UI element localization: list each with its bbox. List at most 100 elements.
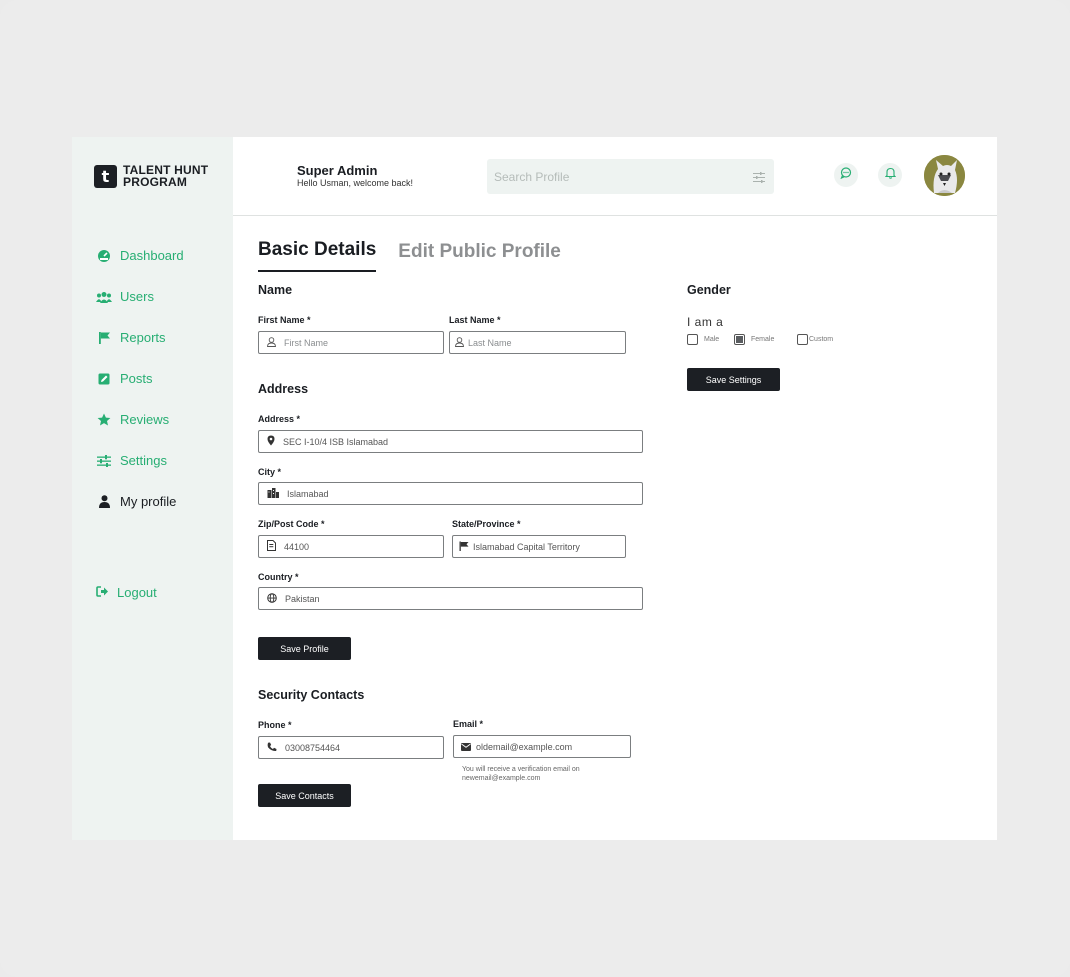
bell-icon	[884, 166, 896, 184]
save-profile-button[interactable]: Save Profile	[258, 637, 351, 660]
brand-logo[interactable]: t TALENT HUNT PROGRAM	[94, 164, 208, 188]
gender-option-label: Custom	[809, 336, 834, 343]
phone-label: Phone *	[258, 720, 292, 730]
zip-value: 44100	[284, 541, 310, 552]
logo-text: TALENT HUNT PROGRAM	[123, 164, 208, 188]
email-field[interactable]: oldemail@example.com	[453, 735, 631, 758]
dashboard-icon	[96, 249, 112, 263]
sidebar-item-reports[interactable]: Reports	[96, 317, 184, 358]
sidebar-item-settings[interactable]: Settings	[96, 440, 184, 481]
users-icon	[96, 291, 112, 303]
logout-label: Logout	[117, 585, 157, 600]
flag-icon	[459, 538, 469, 556]
chat-icon	[840, 166, 852, 184]
flag-icon	[96, 331, 112, 344]
logout-button[interactable]: Logout	[96, 585, 157, 600]
female-checkbox[interactable]	[734, 334, 745, 345]
city-value: Islamabad	[287, 488, 329, 499]
address-label: Address *	[258, 414, 301, 424]
save-settings-button[interactable]: Save Settings	[687, 368, 780, 391]
country-label: Country *	[258, 572, 299, 582]
tab-edit-public-profile[interactable]: Edit Public Profile	[398, 241, 561, 272]
save-contacts-button[interactable]: Save Contacts	[258, 784, 351, 807]
first-name-field[interactable]: First Name	[258, 331, 444, 354]
security-section-title: Security Contacts	[258, 688, 365, 702]
envelope-icon	[461, 738, 471, 756]
address-section-title: Address	[258, 382, 309, 396]
logout-icon	[96, 585, 109, 600]
sidebar-item-label: Users	[120, 289, 154, 304]
header-subtitle: Hello Usman, welcome back!	[297, 178, 414, 188]
sidebar-nav: Dashboard Users Reports Posts Reviews Se…	[96, 235, 184, 522]
document-icon	[267, 538, 276, 556]
zip-label: Zip/Post Code *	[258, 519, 325, 529]
custom-checkbox[interactable]	[797, 334, 808, 345]
gender-option-male[interactable]: Male	[687, 334, 719, 345]
sliders-icon	[96, 454, 112, 467]
sidebar: t TALENT HUNT PROGRAM Dashboard Users Re…	[72, 137, 233, 840]
edit-icon	[96, 373, 112, 385]
user-icon	[96, 495, 112, 508]
logo-mark: t	[94, 164, 117, 188]
sidebar-item-label: My profile	[120, 494, 177, 509]
email-verification-note: You will receive a verification email on…	[462, 766, 580, 782]
name-section-title: Name	[258, 283, 293, 297]
gender-option-label: Female	[751, 336, 775, 343]
city-label: City *	[258, 467, 282, 477]
gender-option-custom[interactable]: Custom	[797, 334, 833, 345]
gender-option-label: Male	[704, 336, 720, 343]
country-field[interactable]: Pakistan	[258, 587, 643, 610]
state-value: Islamabad Capital Territory	[473, 541, 580, 552]
globe-icon	[267, 590, 277, 608]
address-field[interactable]: SEC I-10/4 ISB Islamabad	[258, 430, 643, 453]
gender-prompt: I am a	[687, 315, 724, 329]
country-value: Pakistan	[285, 593, 320, 604]
address-value: SEC I-10/4 ISB Islamabad	[283, 436, 389, 447]
city-icon	[267, 485, 279, 503]
top-header: Super Admin Hello Usman, welcome back!	[233, 137, 997, 216]
male-checkbox[interactable]	[687, 334, 698, 345]
sidebar-item-label: Dashboard	[120, 248, 184, 263]
zip-field[interactable]: 44100	[258, 535, 444, 558]
sidebar-item-label: Posts	[120, 371, 153, 386]
gender-section-title: Gender	[687, 283, 731, 297]
state-label: State/Province *	[452, 519, 521, 529]
sidebar-item-label: Reports	[120, 330, 166, 345]
search-input[interactable]	[487, 159, 727, 194]
gender-option-female[interactable]: Female	[734, 334, 774, 345]
tab-basic-details[interactable]: Basic Details	[258, 239, 377, 272]
sidebar-item-reviews[interactable]: Reviews	[96, 399, 184, 440]
last-name-placeholder: Last Name	[468, 337, 512, 348]
avatar[interactable]	[924, 155, 965, 196]
sidebar-item-users[interactable]: Users	[96, 276, 184, 317]
user-outline-icon	[267, 334, 276, 352]
location-pin-icon	[267, 433, 275, 451]
sidebar-item-label: Reviews	[120, 412, 170, 427]
first-name-placeholder: First Name	[284, 337, 329, 348]
sidebar-item-label: Settings	[120, 453, 167, 468]
phone-icon	[267, 739, 277, 757]
greeting: Super Admin Hello Usman, welcome back!	[297, 164, 413, 189]
star-icon	[96, 413, 112, 426]
email-value: oldemail@example.com	[476, 741, 573, 752]
sidebar-item-posts[interactable]: Posts	[96, 358, 184, 399]
notifications-button[interactable]	[878, 163, 902, 187]
phone-field[interactable]: 03008754464	[258, 736, 444, 759]
first-name-label: First Name *	[258, 315, 311, 325]
phone-value: 03008754464	[285, 742, 341, 753]
logo-line-2: PROGRAM	[123, 175, 188, 189]
header-title: Super Admin	[297, 163, 378, 178]
user-outline-icon	[455, 334, 464, 352]
city-field[interactable]: Islamabad	[258, 482, 643, 505]
messages-button[interactable]	[834, 163, 858, 187]
sidebar-item-my-profile[interactable]: My profile	[96, 481, 184, 522]
profile-tabs: Basic Details Edit Public Profile	[258, 239, 561, 272]
state-field[interactable]: Islamabad Capital Territory	[452, 535, 626, 558]
last-name-field[interactable]: Last Name	[449, 331, 626, 354]
email-label: Email *	[453, 719, 484, 729]
app-window: t TALENT HUNT PROGRAM Dashboard Users Re…	[72, 137, 997, 840]
filter-icon[interactable]	[753, 170, 765, 188]
search-box	[487, 159, 774, 194]
last-name-label: Last Name *	[449, 315, 501, 325]
sidebar-item-dashboard[interactable]: Dashboard	[96, 235, 184, 276]
